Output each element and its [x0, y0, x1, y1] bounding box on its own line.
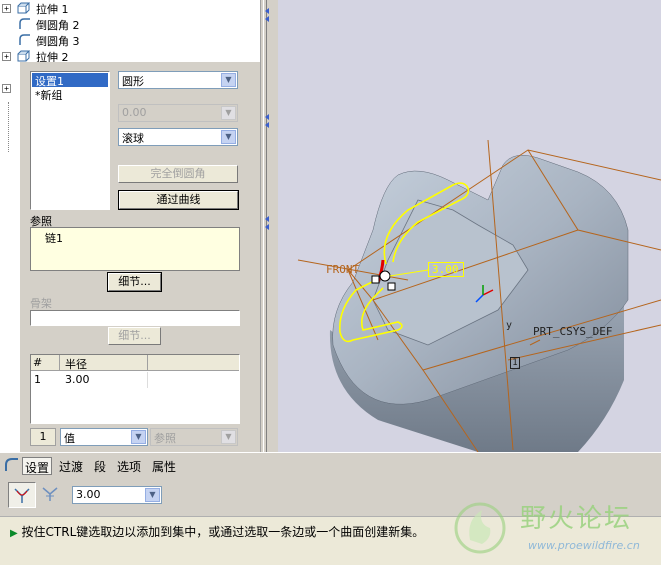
value-select-value: 0.00 — [122, 106, 147, 119]
table-row[interactable]: 1 3.00 — [31, 372, 239, 388]
column-divider — [147, 372, 148, 388]
tree-item-round-3[interactable]: 倒圆角 3 — [0, 32, 262, 48]
tree-item-label: 拉伸 1 — [36, 3, 69, 16]
round-icon — [19, 34, 30, 45]
row-radius[interactable]: 3.00 — [65, 373, 90, 386]
tree-item-label: 倒圆角 2 — [36, 19, 80, 32]
panel-sash[interactable] — [260, 0, 278, 452]
transition-mode-icon — [42, 487, 58, 501]
chevron-down-icon: ▼ — [145, 488, 160, 502]
reference-type-select-value: 参照 — [154, 432, 176, 445]
drag-handle[interactable] — [387, 282, 396, 291]
column-header-index: # — [33, 356, 43, 369]
tree-line — [8, 102, 9, 152]
method-select[interactable]: 滚球 ▼ — [118, 128, 238, 146]
shape-select-value: 圆形 — [122, 75, 144, 88]
extrude-icon — [17, 50, 30, 62]
tree-item-extrude-1[interactable]: + 拉伸 1 — [0, 0, 262, 16]
set-item-1[interactable]: 设置1 — [32, 73, 108, 88]
expand-icon[interactable]: + — [2, 52, 11, 61]
flame-logo-icon — [454, 502, 506, 554]
prompt-arrow-icon: ▶ — [10, 528, 18, 539]
chevron-down-icon: ▼ — [221, 73, 236, 87]
expand-icon[interactable]: + — [2, 84, 11, 93]
round-tool-icon — [5, 458, 18, 471]
tab-pieces[interactable]: 段 — [92, 457, 108, 475]
tab-options[interactable]: 选项 — [115, 457, 143, 475]
expand-icon[interactable]: + — [2, 4, 11, 13]
model-tree: + 拉伸 1 倒圆角 2 倒圆角 3 + 拉伸 2 — [0, 0, 262, 62]
extrude-icon — [17, 2, 30, 14]
footer-index: 1 — [30, 428, 56, 446]
radius-dimension[interactable]: 3.00 — [428, 262, 464, 277]
full-round-button[interactable]: 完全倒圆角 — [118, 165, 238, 183]
chevron-down-icon: ▼ — [221, 130, 236, 144]
value-select[interactable]: 0.00 ▼ — [118, 104, 238, 122]
reference-type-select[interactable]: 参照 ▼ — [150, 428, 238, 446]
skeleton-details-button[interactable]: 细节... — [108, 327, 161, 345]
drag-handle-center[interactable] — [379, 270, 391, 282]
forum-watermark: 野火论坛 www.proewildfire.cn — [452, 494, 661, 565]
forum-url: www.proewildfire.cn — [528, 539, 640, 552]
status-message: 按住CTRL键选取边以添加到集中，或通过选取一条边或一个曲面创建新集。 — [21, 525, 425, 539]
radius-select-value: 3.00 — [76, 488, 101, 501]
column-header-radius: 半径 — [65, 358, 87, 371]
collapse-left-icon[interactable] — [263, 6, 271, 24]
skeleton-collector[interactable] — [30, 310, 240, 326]
drag-handle[interactable] — [371, 275, 380, 284]
model-tree-overflow: + — [0, 62, 20, 452]
tree-item-round-2[interactable]: 倒圆角 2 — [0, 16, 262, 32]
value-type-select[interactable]: 值 ▼ — [60, 428, 148, 446]
table-header: # 半径 — [31, 355, 239, 371]
chevron-down-icon: ▼ — [221, 106, 236, 120]
model-view[interactable] — [278, 0, 661, 452]
chevron-down-icon: ▼ — [131, 430, 146, 444]
csys-label: PRT_CSYS_DEF — [533, 325, 613, 338]
radius-select[interactable]: 3.00 ▼ — [72, 486, 162, 504]
tab-transitions[interactable]: 过渡 — [57, 457, 85, 475]
tab-sets[interactable]: 设置 — [22, 457, 53, 475]
transition-mode-button[interactable] — [38, 482, 64, 508]
collapse-left-icon[interactable] — [263, 112, 271, 130]
round-set-mode-icon — [14, 488, 30, 503]
details-button[interactable]: 细节... — [107, 272, 162, 292]
through-curve-button[interactable]: 通过曲线 — [118, 190, 239, 210]
front-plane-label: FRONT — [326, 263, 360, 276]
tree-item-label: 拉伸 2 — [36, 51, 69, 62]
reference-chain[interactable]: 链1 — [45, 230, 63, 246]
column-divider — [147, 355, 148, 371]
tab-properties[interactable]: 属性 — [150, 457, 178, 475]
sets-list[interactable]: 设置1 *新组 — [30, 71, 110, 210]
skeleton-label: 骨架 — [30, 297, 52, 310]
axis-marker: 1 — [510, 357, 520, 369]
method-select-value: 滚球 — [122, 132, 144, 145]
graphics-window[interactable]: FRONT 3.00 PRT_CSYS_DEF y 1 — [278, 0, 661, 452]
sets-panel: 设置1 *新组 圆形 ▼ 0.00 ▼ 滚球 ▼ 完全倒圆角 通过曲线 参照 链… — [20, 62, 260, 452]
collapse-left-icon[interactable] — [263, 214, 271, 232]
radius-table[interactable]: # 半径 1 3.00 — [30, 354, 240, 424]
row-index: 1 — [34, 373, 41, 386]
new-set-item[interactable]: *新组 — [32, 87, 108, 102]
round-icon — [19, 18, 30, 29]
shape-select[interactable]: 圆形 ▼ — [118, 71, 238, 89]
tree-item-label: 倒圆角 3 — [36, 35, 80, 48]
references-collector[interactable]: 链1 — [30, 227, 240, 271]
value-type-select-value: 值 — [64, 432, 75, 445]
forum-title: 野火论坛 — [520, 504, 633, 534]
dashboard-tabs: 设置 过渡 段 选项 属性 — [0, 452, 661, 478]
column-divider — [59, 355, 60, 371]
chevron-down-icon: ▼ — [221, 430, 236, 444]
tree-item-extrude-2[interactable]: + 拉伸 2 — [0, 48, 262, 62]
y-axis-label: y — [506, 320, 513, 331]
set-mode-button[interactable] — [8, 482, 36, 508]
status-message-line: ▶ 按住CTRL键选取边以添加到集中，或通过选取一条边或一个曲面创建新集。 — [10, 523, 424, 540]
